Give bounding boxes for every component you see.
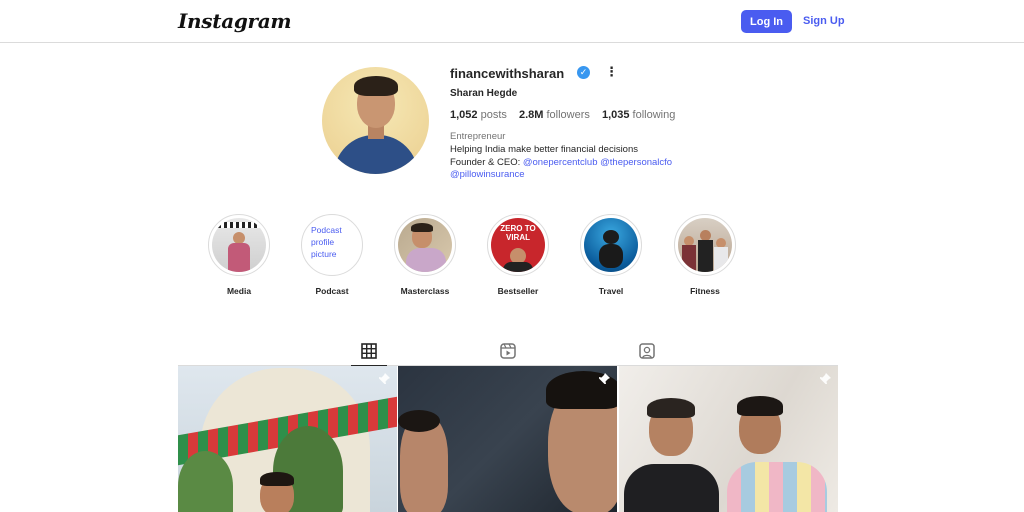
highlight-ring — [208, 214, 270, 276]
highlight-cover-travel — [584, 218, 638, 272]
highlight-ring: Podcast profile picture — [301, 214, 363, 276]
tab-reels[interactable] — [498, 341, 518, 361]
highlight-ring — [674, 214, 736, 276]
book-cover-title: ZERO TO VIRAL — [500, 224, 536, 242]
tab-tagged[interactable] — [637, 341, 657, 361]
highlight-ring — [580, 214, 642, 276]
posts-count: 1,052 — [450, 109, 478, 121]
bio-line: Founder & CEO: @onepercentclub @theperso… — [450, 157, 672, 170]
avatar-hair — [354, 76, 398, 96]
highlight-cover-podcast: Podcast profile picture — [305, 218, 359, 272]
followers-count: 2.8M — [518, 109, 544, 121]
profile-bio: Helping India make better financial deci… — [450, 144, 672, 182]
highlight-masterclass[interactable]: Masterclass — [393, 214, 457, 296]
broken-image-alt-text: Podcast profile picture — [311, 225, 342, 259]
mention-link-pillowinsurance[interactable]: @pillowinsurance — [450, 169, 525, 180]
avatar-shirt — [334, 135, 418, 174]
highlight-label: Bestseller — [497, 286, 539, 296]
highlight-ring: ZERO TO VIRAL — [487, 214, 549, 276]
reels-icon — [500, 343, 516, 359]
profile-avatar[interactable] — [322, 67, 429, 174]
following-count: 1,035 — [601, 109, 630, 121]
highlight-bestseller[interactable]: ZERO TO VIRAL Bestseller — [486, 214, 550, 296]
mention-link-onepercentclub[interactable]: @onepercentclub — [523, 157, 598, 168]
tab-posts[interactable] — [351, 341, 387, 366]
post-thumbnail-1[interactable] — [178, 366, 397, 512]
highlight-label: Fitness — [690, 286, 720, 296]
pin-icon — [820, 373, 831, 384]
verified-badge-icon: ✓ — [577, 66, 590, 79]
highlight-media[interactable]: Media — [207, 214, 271, 296]
highlight-label: Masterclass — [400, 286, 450, 296]
top-navigation-bar: Instagram Log In Sign Up — [0, 0, 1024, 43]
highlight-travel[interactable]: Travel — [579, 214, 643, 296]
posts-label: posts — [480, 109, 507, 121]
highlight-label: Podcast — [315, 286, 349, 296]
profile-username: financewithsharan — [450, 66, 565, 81]
profile-stats: 1,052 posts 2.8M followers 1,035 followi… — [450, 109, 684, 121]
followers-stat[interactable]: 2.8M followers — [519, 109, 590, 121]
more-options-icon[interactable]: ⋮ — [605, 64, 618, 80]
post-image-person-right-hair — [737, 396, 783, 416]
post-image-person-left-body — [624, 464, 719, 512]
pin-icon — [599, 373, 610, 384]
highlight-label: Travel — [598, 286, 624, 296]
mention-link-thepersonalcfo[interactable]: @thepersonalcfo — [600, 157, 672, 168]
post-image-person-left-hair — [647, 398, 695, 418]
highlight-ring — [394, 214, 456, 276]
highlight-cover-masterclass — [398, 218, 452, 272]
pin-icon — [379, 373, 390, 384]
bio-founder-prefix: Founder & CEO: — [450, 156, 521, 168]
instagram-logo[interactable]: Instagram — [178, 9, 292, 33]
followers-label: followers — [546, 109, 590, 121]
highlight-cover-fitness — [678, 218, 732, 272]
posts-stat: 1,052 posts — [450, 109, 507, 121]
signup-link[interactable]: Sign Up — [803, 15, 845, 27]
highlight-label: Media — [226, 286, 252, 296]
highlight-fitness[interactable]: Fitness — [673, 214, 737, 296]
post-image-person-right-body — [727, 462, 827, 512]
post-thumbnail-3[interactable] — [619, 366, 838, 512]
following-stat[interactable]: 1,035 following — [602, 109, 675, 121]
login-button[interactable]: Log In — [741, 10, 792, 33]
profile-full-name: Sharan Hegde — [450, 88, 518, 99]
post-image-tree — [178, 451, 233, 512]
post-image-person-left-hair — [398, 410, 440, 432]
post-image-person-hair — [260, 472, 294, 486]
highlight-cover-bestseller: ZERO TO VIRAL — [491, 218, 545, 272]
following-label: following — [632, 109, 676, 121]
highlight-cover-media — [212, 218, 266, 272]
profile-category: Entrepreneur — [450, 131, 506, 142]
post-thumbnail-2[interactable] — [398, 366, 617, 512]
grid-icon — [361, 343, 377, 359]
tagged-icon — [639, 343, 655, 359]
highlight-podcast[interactable]: Podcast profile picture Podcast — [300, 214, 364, 296]
bio-line: Helping India make better financial deci… — [450, 144, 638, 155]
